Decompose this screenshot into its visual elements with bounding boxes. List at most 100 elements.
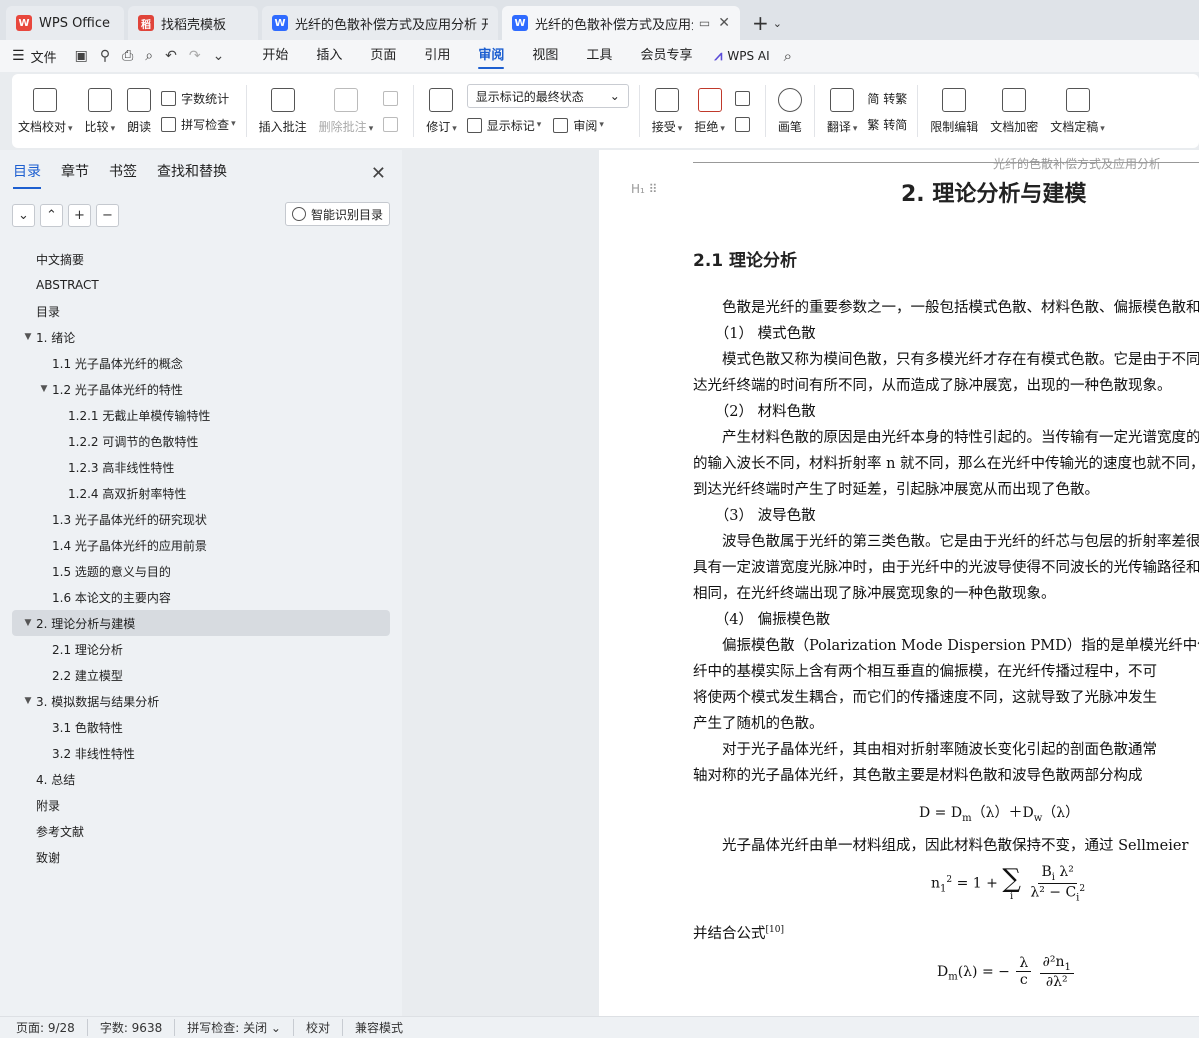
spell-check-indicator[interactable]: 拼写检查: 关闭 ⌄ [187, 1019, 294, 1036]
nav-tab-find-replace[interactable]: 查找和替换 [157, 161, 227, 185]
display-icon[interactable]: ▭ [699, 16, 710, 30]
toc-item[interactable]: 参考文献 [12, 818, 390, 844]
toc-item[interactable]: 1.1 光子晶体光纤的概念 [12, 350, 390, 376]
nav-tab-toc[interactable]: 目录 [13, 161, 41, 189]
new-tab-button[interactable]: + ⌄ [744, 6, 790, 40]
wps-ai-button[interactable]: ⩘ WPS AI [714, 48, 769, 64]
close-icon[interactable]: ✕ [371, 163, 386, 184]
file-menu[interactable]: ☰ 文件 [12, 47, 57, 66]
tab-insert[interactable]: 插入 [302, 40, 356, 72]
document-page[interactable]: 光纤的色散补偿方式及应用分析 H₁ ⠿ 2. 理论分析与建模 2.1 理论分析 … [599, 150, 1199, 1016]
to-traditional-button[interactable]: 简 转繁 [867, 85, 907, 111]
toc-item[interactable]: 目录 [12, 298, 390, 324]
proofread-indicator[interactable]: 校对 [306, 1019, 343, 1036]
toc-item[interactable]: 1.5 选题的意义与目的 [12, 558, 390, 584]
toc-item[interactable]: 3.2 非线性特性 [12, 740, 390, 766]
collapse-button[interactable]: ⌄ [12, 203, 35, 227]
redo-icon[interactable]: ↷ [189, 48, 201, 64]
read-aloud-button[interactable]: 朗读 [121, 79, 157, 143]
markup-state-select[interactable]: 显示标记的最终状态 ⌄ [466, 84, 629, 108]
search-icon[interactable]: ⌕ [784, 47, 792, 65]
remove-heading-button[interactable]: − [96, 203, 119, 227]
insert-comment-button[interactable]: 插入批注 [253, 79, 313, 143]
next-change-button[interactable] [734, 111, 755, 137]
toc-item[interactable]: 1.2.1 无截止单模传输特性 [12, 402, 390, 428]
tab-label: WPS Office [39, 15, 111, 31]
add-heading-button[interactable]: + [68, 203, 91, 227]
word-count-indicator[interactable]: 字数: 9638 [100, 1019, 176, 1036]
delete-comment-button[interactable]: 删除批注 ▾ [313, 79, 380, 143]
doc-check-button[interactable]: 文档校对 ▾ [12, 79, 79, 143]
toc-item[interactable]: 3.1 色散特性 [12, 714, 390, 740]
expand-arrow-icon[interactable]: ▼ [20, 696, 36, 706]
toc-item[interactable]: 致谢 [12, 844, 390, 870]
toc-item[interactable]: 1.2.2 可调节的色散特性 [12, 428, 390, 454]
compare-button[interactable]: 比较 ▾ [79, 79, 122, 143]
print-icon[interactable]: ⎙ [122, 48, 133, 64]
finalize-button[interactable]: 文档定稿 ▾ [1044, 79, 1111, 143]
toc-item[interactable]: 1.2.4 高双折射率特性 [12, 480, 390, 506]
tab-references[interactable]: 引用 [410, 40, 464, 72]
tab-current-doc[interactable]: W 光纤的色散补偿方式及应用分析 ▭ ✕ [502, 6, 740, 40]
toc-item[interactable]: ▼ 1. 绪论 [12, 324, 390, 350]
tab-view[interactable]: 视图 [518, 40, 572, 72]
tab-member[interactable]: 会员专享 [626, 40, 706, 72]
heading-drag-handle[interactable]: H₁ ⠿ [631, 182, 657, 196]
chevron-down-icon: ⌄ [18, 207, 29, 223]
expand-button[interactable]: ⌃ [40, 203, 63, 227]
tab-review[interactable]: 审阅 [464, 40, 518, 72]
chevron-down-icon[interactable]: ⌄ [213, 48, 225, 64]
toc-item[interactable]: ▼ 1.2 光子晶体光纤的特性 [12, 376, 390, 402]
track-changes-button[interactable]: 修订 ▾ [420, 79, 463, 143]
smart-toc-button[interactable]: 智能识别目录 [284, 202, 390, 226]
pen-button[interactable]: 画笔 [772, 79, 808, 143]
toc-item[interactable]: 2.1 理论分析 [12, 636, 390, 662]
word-count-button[interactable]: 字数统计 [161, 85, 236, 111]
expand-arrow-icon[interactable]: ▼ [36, 384, 52, 394]
encrypt-button[interactable]: 文档加密 [984, 79, 1044, 143]
expand-arrow-icon[interactable]: ▼ [20, 618, 36, 628]
expand-arrow-icon[interactable]: ▼ [20, 332, 36, 342]
citation[interactable]: [10] [766, 925, 784, 935]
print-preview-icon[interactable]: ⌕ [145, 48, 153, 64]
tab-docer-templates[interactable]: 稻 找稻壳模板 [128, 6, 258, 40]
undo-icon[interactable]: ↶ [165, 48, 177, 64]
tab-tools[interactable]: 工具 [572, 40, 626, 72]
save-icon[interactable]: ▣ [75, 48, 88, 64]
reject-button[interactable]: 拒绝 ▾ [688, 79, 731, 143]
toc-item[interactable]: 1.4 光子晶体光纤的应用前景 [12, 532, 390, 558]
tab-proposal-doc[interactable]: W 光纤的色散补偿方式及应用分析 开题报告 [262, 6, 498, 40]
tab-wps-office[interactable]: W WPS Office [6, 6, 124, 40]
nav-tab-bookmarks[interactable]: 书签 [109, 161, 137, 185]
page-indicator[interactable]: 页面: 9/28 [16, 1019, 88, 1036]
wps-logo-icon: W [16, 15, 32, 31]
toc-item[interactable]: 1.6 本论文的主要内容 [12, 584, 390, 610]
to-simplified-button[interactable]: 繁 转简 [867, 111, 907, 137]
toc-item[interactable]: 4. 总结 [12, 766, 390, 792]
nav-tab-sections[interactable]: 章节 [61, 161, 89, 185]
review-pane-button[interactable]: 审阅 ▾ [553, 112, 604, 138]
spell-check-label: 拼写检查 [181, 117, 230, 132]
restrict-edit-button[interactable]: 限制编辑 [924, 79, 984, 143]
share-icon[interactable]: ⚲ [100, 48, 110, 64]
toc-item[interactable]: ABSTRACT [12, 272, 390, 298]
spell-check-button[interactable]: 拼写检查 ▾ [161, 111, 236, 137]
toc-item[interactable]: 中文摘要 [12, 246, 390, 272]
divider [917, 85, 919, 137]
close-icon[interactable]: ✕ [718, 15, 730, 31]
tab-home[interactable]: 开始 [248, 40, 302, 72]
show-markup-button[interactable]: 显示标记 ▾ [466, 112, 541, 138]
toc-item[interactable]: 1.3 光子晶体光纤的研究现状 [12, 506, 390, 532]
prev-comment-button[interactable] [383, 85, 403, 111]
translate-button[interactable]: 翻译 ▾ [821, 79, 864, 143]
toc-item[interactable]: ▼ 3. 模拟数据与结果分析 [12, 688, 390, 714]
toc-item[interactable]: 2.2 建立模型 [12, 662, 390, 688]
next-comment-button[interactable] [383, 111, 403, 137]
chevron-down-icon[interactable]: ⌄ [773, 17, 782, 30]
prev-change-button[interactable] [734, 85, 755, 111]
toc-item[interactable]: 附录 [12, 792, 390, 818]
toc-item[interactable]: 1.2.3 高非线性特性 [12, 454, 390, 480]
toc-item[interactable]: ▼ 2. 理论分析与建模 [12, 610, 390, 636]
tab-page[interactable]: 页面 [356, 40, 410, 72]
accept-button[interactable]: 接受 ▾ [646, 79, 689, 143]
